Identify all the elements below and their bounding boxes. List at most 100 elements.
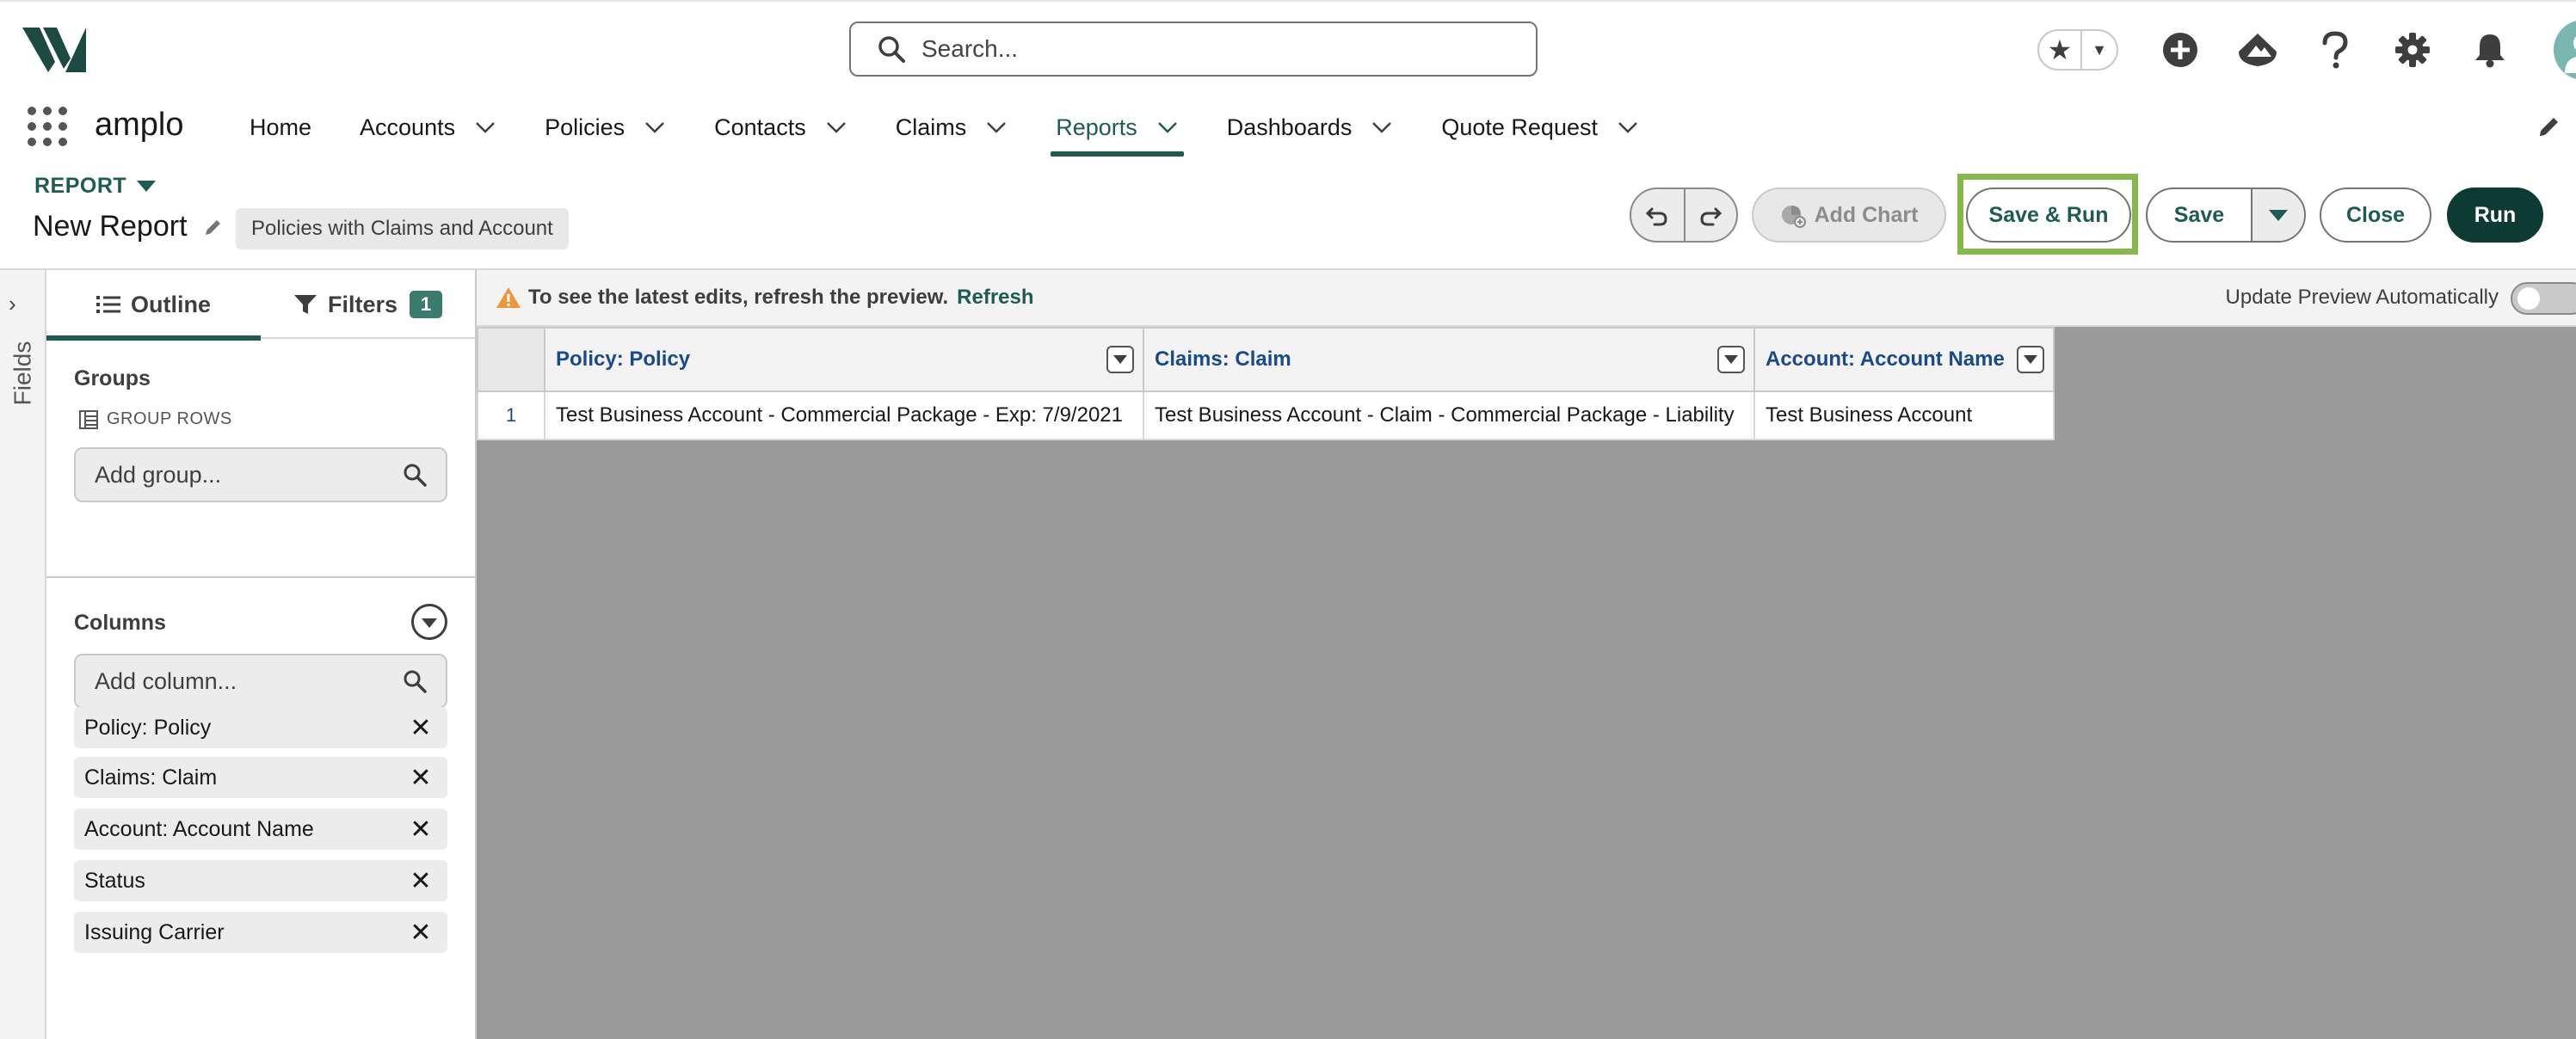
row-number-header (477, 327, 545, 392)
columns-menu-button[interactable] (411, 604, 447, 640)
notification-bell-icon[interactable] (2469, 29, 2511, 71)
expand-fields-chevron-icon[interactable]: › (9, 291, 16, 317)
report-type-badge: Policies with Claims and Account (236, 208, 569, 249)
chevron-down-icon[interactable] (1156, 120, 1179, 134)
nav-item-reports[interactable]: Reports (1032, 95, 1203, 160)
fields-rail[interactable]: › Fields (0, 270, 46, 1039)
app-launcher-icon[interactable] (28, 107, 67, 146)
search-icon (404, 670, 427, 693)
add-column-box[interactable] (74, 654, 447, 709)
chevron-down-icon[interactable] (474, 120, 496, 134)
column-menu-chevron-icon[interactable] (1717, 346, 1745, 373)
global-search-input[interactable] (921, 35, 1507, 63)
nav-item-label: Reports (1056, 114, 1137, 140)
nav-item-dashboards[interactable]: Dashboards (1203, 95, 1418, 160)
undo-icon[interactable] (1631, 189, 1684, 241)
remove-column-close-icon[interactable]: ✕ (408, 918, 434, 948)
run-button[interactable]: Run (2447, 188, 2543, 243)
nav-item-label: Quote Request (1441, 114, 1598, 140)
search-icon (878, 36, 905, 63)
tab-outline-label: Outline (131, 291, 211, 317)
update-preview-toggle[interactable] (2511, 282, 2576, 315)
help-icon[interactable] (2314, 29, 2356, 71)
amplo-logo-icon[interactable] (21, 22, 88, 74)
group-rows-label: GROUP ROWS (79, 409, 232, 429)
chevron-down-icon (2269, 209, 2288, 221)
user-avatar-icon[interactable] (2554, 20, 2576, 80)
report-title: New Report (33, 210, 224, 243)
nav-item-quote-request[interactable]: Quote Request (1417, 95, 1663, 160)
column-menu-chevron-icon[interactable] (2017, 346, 2044, 373)
column-item[interactable]: Account: Account Name ✕ (74, 808, 447, 850)
chevron-down-icon[interactable] (1371, 120, 1393, 134)
add-column-input[interactable] (95, 667, 403, 695)
column-header-claim[interactable]: Claims: Claim (1143, 327, 1755, 392)
save-button-group: Save (2146, 188, 2306, 243)
outline-panel: Outline Filters 1 Groups GROUP ROWS Colu… (46, 270, 477, 1039)
column-header-label: Claims: Claim (1155, 347, 1291, 371)
close-button[interactable]: Close (2320, 188, 2431, 243)
setup-gear-icon[interactable] (2392, 29, 2433, 71)
search-icon (404, 464, 427, 487)
nav-item-accounts[interactable]: Accounts (336, 95, 521, 160)
chevron-down-icon[interactable] (644, 120, 666, 134)
column-item[interactable]: Policy: Policy ✕ (74, 707, 447, 748)
refresh-link[interactable]: Refresh (957, 286, 1033, 310)
column-item-label: Issuing Carrier (84, 919, 225, 944)
column-item[interactable]: Issuing Carrier ✕ (74, 912, 447, 953)
rename-pencil-icon[interactable] (203, 217, 224, 237)
tab-outline[interactable]: Outline (46, 270, 261, 341)
warning-icon (496, 287, 521, 308)
row-number: 1 (477, 390, 545, 440)
favorites-group[interactable]: ★ ▼ (2037, 29, 2118, 71)
trailhead-icon[interactable] (2237, 29, 2278, 71)
column-menu-chevron-icon[interactable] (1106, 346, 1134, 373)
chevron-down-icon[interactable] (985, 120, 1008, 134)
table-cell: Test Business Account (1753, 390, 2055, 440)
report-preview: To see the latest edits, refresh the pre… (477, 270, 2576, 1039)
nav-item-claims[interactable]: Claims (872, 95, 1032, 160)
report-title-text: New Report (33, 210, 188, 243)
nav-item-label: Home (250, 114, 312, 140)
chevron-down-icon (422, 618, 437, 628)
favorites-dropdown-icon[interactable]: ▼ (2082, 31, 2117, 69)
nav-item-label: Accounts (360, 114, 456, 140)
table-cell: Test Business Account - Claim - Commerci… (1143, 390, 1755, 440)
edit-nav-pencil-icon[interactable] (2536, 114, 2562, 139)
column-header-label: Policy: Policy (556, 347, 691, 371)
remove-column-close-icon[interactable]: ✕ (408, 815, 434, 845)
panel-tabs: Outline Filters 1 (46, 270, 475, 341)
list-icon (96, 296, 120, 313)
app-navigation-bar: amplo Home Accounts Policies Contacts Claims… (0, 95, 2576, 160)
remove-column-close-icon[interactable]: ✕ (408, 713, 434, 743)
redo-icon[interactable] (1683, 189, 1736, 241)
report-menu-caret-icon (137, 181, 157, 192)
add-chart-button[interactable]: Add Chart (1752, 188, 1946, 243)
nav-item-home[interactable]: Home (225, 95, 336, 160)
table-body: 1 Test Business Account - Commercial Pack… (477, 390, 2055, 440)
tab-filters[interactable]: Filters 1 (261, 270, 475, 339)
nav-item-policies[interactable]: Policies (521, 95, 690, 160)
add-group-box[interactable] (74, 447, 447, 502)
remove-column-close-icon[interactable]: ✕ (408, 866, 434, 896)
save-button[interactable]: Save (2148, 189, 2251, 241)
nav-item-label: Dashboards (1226, 114, 1353, 140)
add-group-input[interactable] (95, 461, 403, 489)
add-icon[interactable] (2160, 29, 2201, 71)
report-menu-label[interactable]: REPORT (34, 174, 157, 199)
column-item[interactable]: Status ✕ (74, 860, 447, 901)
column-header-account-name[interactable]: Account: Account Name (1753, 327, 2055, 392)
app-name: amplo (95, 107, 184, 143)
save-and-run-button[interactable]: Save & Run (1966, 188, 2131, 243)
column-header-policy[interactable]: Policy: Policy (544, 327, 1144, 392)
save-options-dropdown[interactable] (2251, 189, 2304, 241)
column-item[interactable]: Claims: Claim ✕ (74, 757, 447, 798)
remove-column-close-icon[interactable]: ✕ (408, 763, 434, 793)
chevron-down-icon[interactable] (1617, 120, 1639, 134)
nav-item-contacts[interactable]: Contacts (690, 95, 872, 160)
favorite-star-icon[interactable]: ★ (2039, 31, 2082, 69)
global-search-box[interactable] (849, 22, 1538, 77)
chevron-down-icon[interactable] (825, 120, 847, 134)
columns-title: Columns (74, 611, 166, 635)
undo-redo-group (1630, 188, 1738, 243)
